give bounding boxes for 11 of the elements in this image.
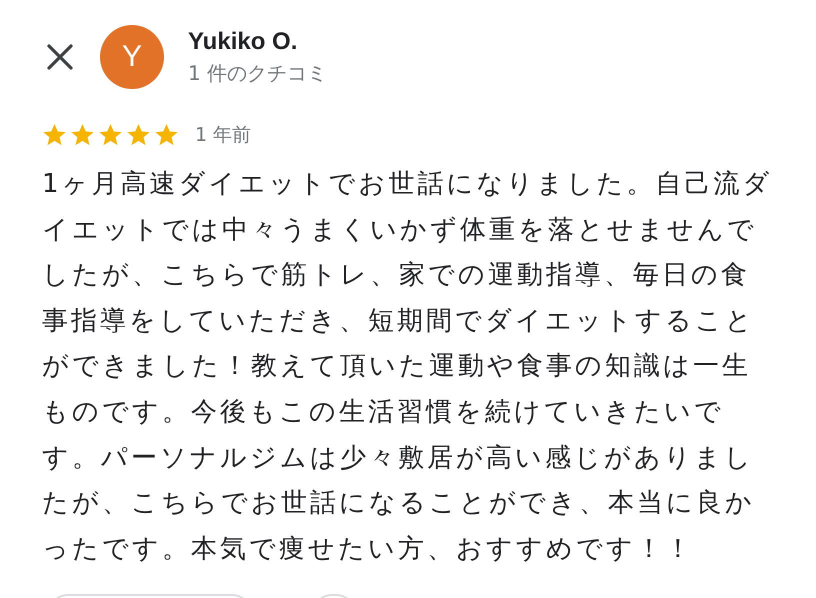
star-icon (126, 123, 151, 147)
star-icon (154, 123, 179, 147)
review-time: 1 年前 (195, 123, 252, 148)
reviewer-name[interactable]: Yukiko O. (188, 28, 328, 56)
review-count: 1 件のクチコミ (188, 60, 328, 86)
avatar: Y (100, 25, 164, 89)
star-icon (98, 123, 123, 147)
close-icon (46, 43, 74, 71)
star-icon (42, 123, 67, 147)
star-icon (70, 123, 95, 147)
review-text: 1ヶ月高速ダイエットでお世話になりました。自己流ダイエットでは中々うまくいかず体重を落とせませんでしたが、こちらで筋トレ、家での運動指導、毎日の食事指導をしていただき、短期間でダイエットすることができました！教えて頂いた運動や食事の知識は一生ものです。今後もこの生活習慣を続けていきたいです。パーソナルジムは少々敷居が高い感じがありましたが、こちらでお世話になることができ、本当に良かったです。本気で痩せたい方、おすすめです！！ (42, 168, 774, 566)
